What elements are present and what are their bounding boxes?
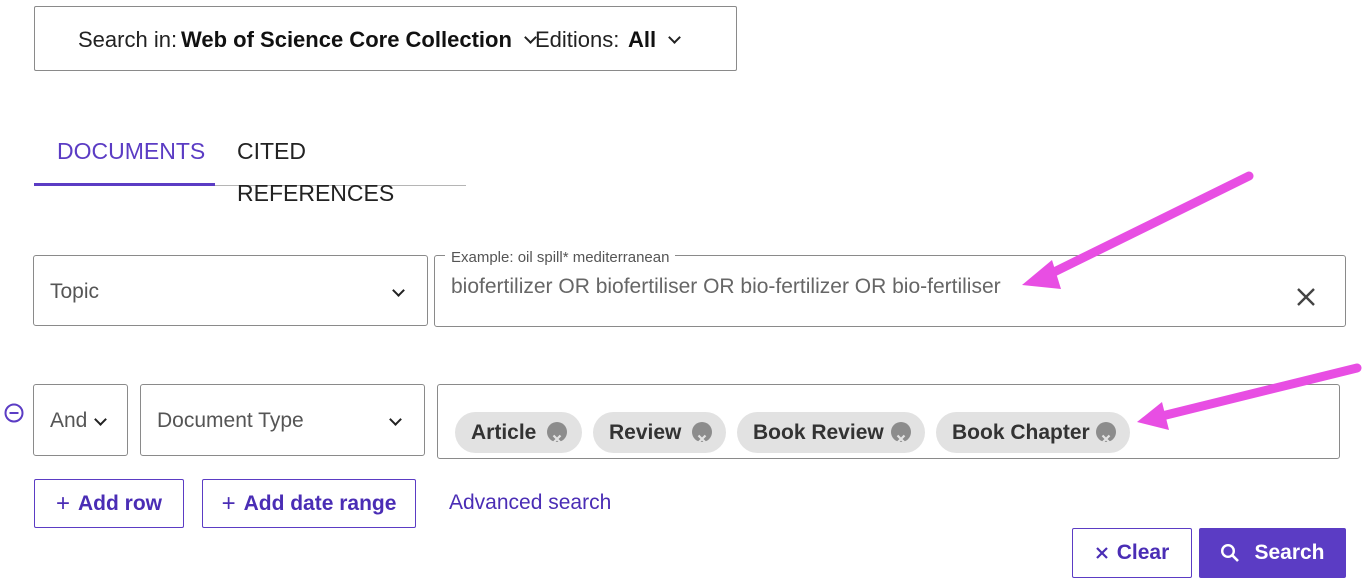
collection-bar: Search in: Web of Science Core Collectio…: [34, 6, 737, 71]
clear-button[interactable]: Clear: [1072, 528, 1192, 578]
chip-remove-icon[interactable]: [1096, 422, 1116, 444]
search-button[interactable]: Search: [1199, 528, 1346, 578]
chevron-down-icon: [668, 31, 682, 44]
chip-remove-icon[interactable]: [692, 422, 712, 444]
advanced-search-link[interactable]: Advanced search: [449, 491, 611, 515]
chip-review: Review: [593, 412, 726, 453]
query-placeholder-label: Example: oil spill* mediterranean: [445, 249, 676, 266]
field-select-value: Document Type: [157, 409, 304, 432]
add-date-range-label: Add date range: [243, 491, 397, 515]
close-icon[interactable]: [1294, 285, 1318, 309]
chip-remove-icon[interactable]: [891, 422, 911, 444]
plus-icon: +: [221, 489, 236, 517]
chip-book-review: Book Review: [737, 412, 925, 453]
chip-label: Book Chapter: [952, 421, 1090, 444]
boolean-operator-select[interactable]: And: [33, 384, 128, 456]
tab-documents[interactable]: DOCUMENTS: [34, 130, 215, 186]
editions-label: Editions:: [535, 27, 620, 52]
editions-value: All: [628, 27, 657, 52]
clear-label: Clear: [1116, 541, 1170, 564]
chevron-down-icon: [389, 413, 402, 426]
remove-row-icon[interactable]: [4, 403, 24, 423]
add-date-range-button[interactable]: + Add date range: [202, 479, 416, 528]
chevron-down-icon: [94, 413, 107, 426]
search-in-label: Search in:: [78, 27, 178, 52]
collection-value: Web of Science Core Collection: [181, 27, 512, 52]
add-row-label: Add row: [78, 491, 162, 515]
chip-label: Book Review: [753, 421, 884, 444]
boolean-operator-value: And: [50, 409, 88, 432]
plus-icon: +: [55, 489, 70, 517]
chip-label: Review: [609, 421, 682, 444]
chip-article: Article: [455, 412, 582, 453]
field-select-value: Topic: [50, 280, 100, 303]
editions-dropdown[interactable]: All: [628, 27, 682, 53]
chevron-down-icon: [392, 284, 405, 297]
chip-label: Article: [471, 421, 537, 444]
field-select-document-type[interactable]: Document Type: [140, 384, 425, 456]
add-row-button[interactable]: + Add row: [34, 479, 184, 528]
chip-remove-icon[interactable]: [547, 422, 567, 444]
search-tabs: DOCUMENTS CITED REFERENCES: [34, 130, 466, 206]
close-icon: [1095, 547, 1108, 559]
tab-cited-references[interactable]: CITED REFERENCES: [215, 130, 466, 206]
chip-book-chapter: Book Chapter: [936, 412, 1130, 453]
collection-dropdown[interactable]: Web of Science Core Collection: [181, 27, 537, 53]
search-label: Search: [1254, 541, 1325, 564]
query-value[interactable]: biofertilizer OR biofertiliser OR bio-fe…: [451, 275, 1001, 299]
search-icon: [1221, 543, 1240, 562]
field-select-topic[interactable]: Topic: [33, 255, 428, 326]
